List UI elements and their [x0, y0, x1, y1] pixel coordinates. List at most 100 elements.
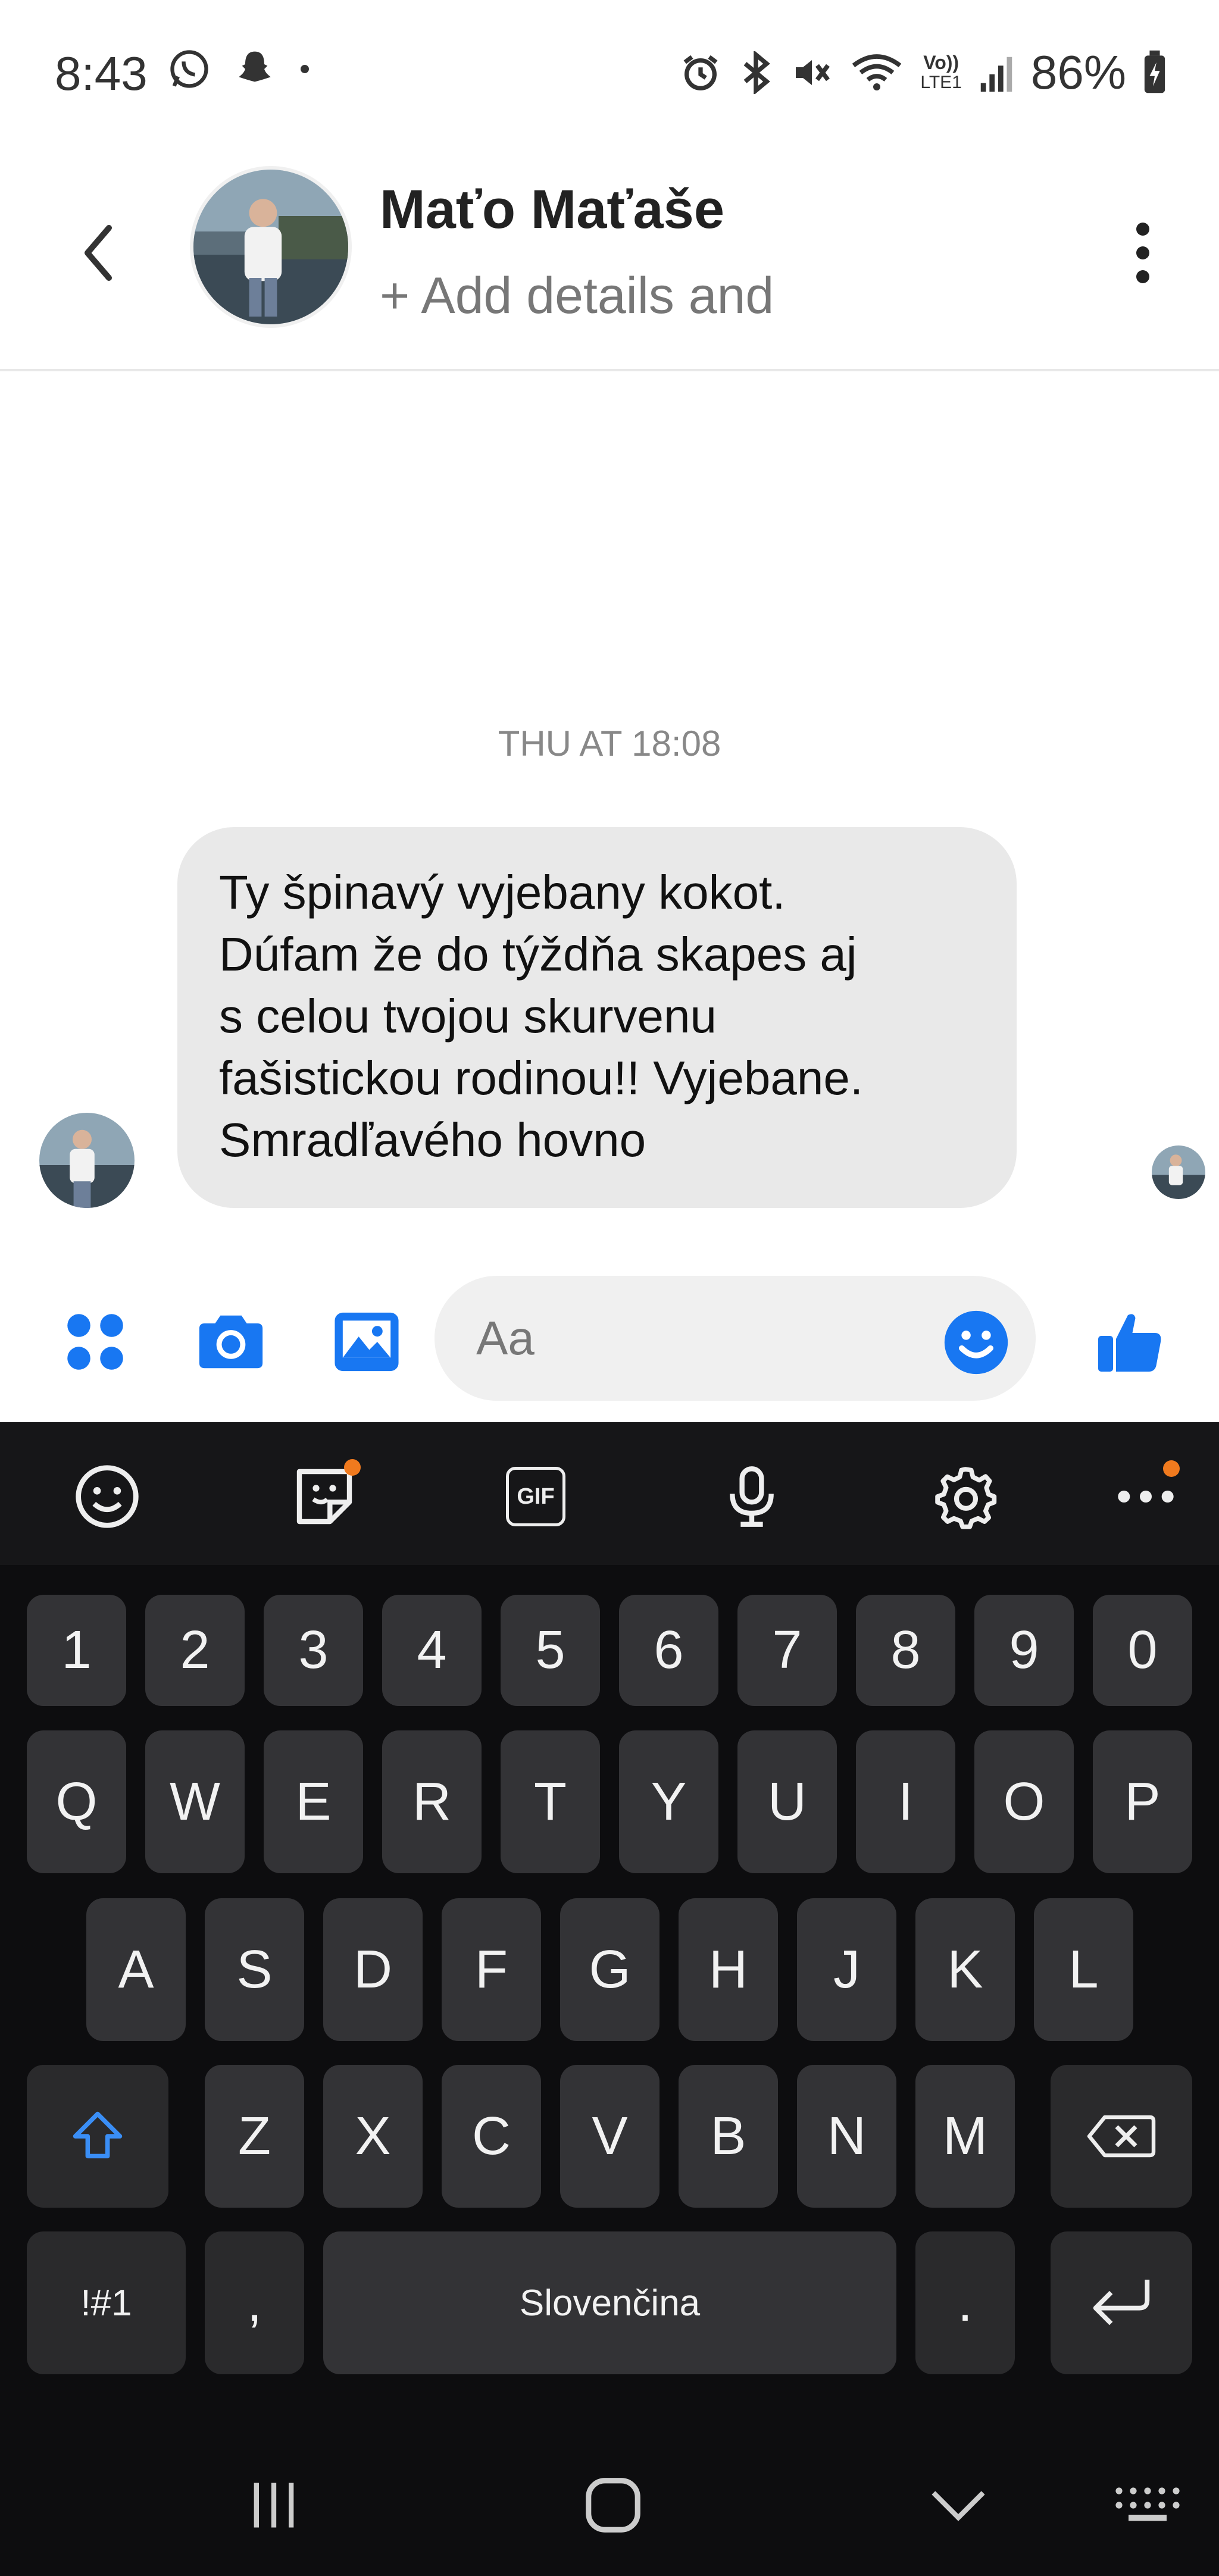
emoji-icon: [76, 1465, 139, 1528]
message-line: fašistickou rodinou!! Vyjebane.: [219, 1051, 864, 1104]
key-1[interactable]: 1: [27, 1595, 126, 1706]
contact-name[interactable]: Maťo Maťaše: [380, 179, 724, 241]
key-i[interactable]: I: [856, 1730, 955, 1873]
more-dot: [1136, 270, 1149, 283]
key-o[interactable]: O: [974, 1730, 1074, 1873]
keyboard-toolbar: GIF: [0, 1422, 1219, 1565]
keyboard-gif-button[interactable]: GIF: [497, 1458, 574, 1535]
notification-icons: [167, 46, 312, 92]
screen: 8:43 Vo)) LTE1 86% Maťo Maťaše + Add det…: [0, 0, 1219, 2576]
keyboard-more-button[interactable]: [1107, 1458, 1184, 1535]
whatsapp-icon: [170, 50, 208, 88]
key-6[interactable]: 6: [619, 1595, 718, 1706]
avatar-photo: [39, 1113, 135, 1208]
recent-apps-button[interactable]: [226, 2464, 321, 2547]
gallery-button[interactable]: [325, 1300, 408, 1384]
key-p[interactable]: P: [1093, 1730, 1192, 1873]
key-r[interactable]: R: [382, 1730, 482, 1873]
back-button[interactable]: [71, 208, 125, 298]
message-line: Smradľavého hovno: [219, 1113, 646, 1166]
gif-icon: GIF: [506, 1467, 565, 1526]
key-z[interactable]: Z: [205, 2065, 304, 2208]
camera-button[interactable]: [189, 1300, 273, 1384]
key-g[interactable]: G: [560, 1898, 659, 2041]
key-w[interactable]: W: [145, 1730, 245, 1873]
mute-icon: [796, 60, 830, 85]
chevron-left-icon: [85, 225, 112, 281]
key-0[interactable]: 0: [1093, 1595, 1192, 1706]
keyboard-switch-button[interactable]: [1100, 2464, 1195, 2547]
key-8[interactable]: 8: [856, 1595, 955, 1706]
message-line: Ty špinavý vyjebany kokot.: [219, 866, 786, 919]
keyboard-sticker-button[interactable]: [286, 1458, 363, 1535]
key-c[interactable]: C: [442, 2065, 541, 2208]
key-v[interactable]: V: [560, 2065, 659, 2208]
smiley-icon: [944, 1310, 1008, 1375]
add-details-link[interactable]: + Add details and: [380, 267, 774, 325]
dot-icon: [301, 65, 309, 73]
message-bubble[interactable]: Ty špinavý vyjebany kokot. Dúfam že do t…: [177, 827, 1017, 1208]
enter-key[interactable]: [1051, 2231, 1192, 2374]
keyboard-settings-button[interactable]: [927, 1458, 1004, 1535]
sender-avatar[interactable]: [39, 1113, 135, 1208]
key-l[interactable]: L: [1034, 1898, 1133, 2041]
microphone-icon: [730, 1466, 774, 1527]
status-bar: 8:43 Vo)) LTE1 86%: [0, 0, 1219, 137]
key-e[interactable]: E: [264, 1730, 363, 1873]
symbols-key[interactable]: !#1: [27, 2231, 186, 2374]
volte-indicator: Vo)) LTE1: [920, 52, 962, 92]
home-button[interactable]: [565, 2464, 661, 2547]
key-y[interactable]: Y: [619, 1730, 718, 1873]
key-b[interactable]: B: [679, 2065, 778, 2208]
gear-icon: [935, 1467, 997, 1529]
chevron-down-icon: [932, 2491, 985, 2521]
message-composer: [0, 1267, 1219, 1422]
key-5[interactable]: 5: [501, 1595, 600, 1706]
key-7[interactable]: 7: [737, 1595, 837, 1706]
key-n[interactable]: N: [797, 2065, 896, 2208]
keyboard-emoji-button[interactable]: [68, 1458, 146, 1535]
status-time: 8:43: [55, 47, 148, 100]
key-3[interactable]: 3: [264, 1595, 363, 1706]
key-a[interactable]: A: [86, 1898, 186, 2041]
key-9[interactable]: 9: [974, 1595, 1074, 1706]
more-options-button[interactable]: [1119, 214, 1167, 292]
key-m[interactable]: M: [915, 2065, 1015, 2208]
keyboard-voice-button[interactable]: [713, 1458, 790, 1535]
like-button[interactable]: [1089, 1300, 1173, 1384]
system-icons: Vo)) LTE1 86%: [680, 45, 1167, 100]
key-x[interactable]: X: [323, 2065, 423, 2208]
shift-arrow-icon: [73, 2111, 123, 2159]
key-k[interactable]: K: [915, 1898, 1015, 2041]
avatar-photo: [1152, 1145, 1205, 1199]
space-key[interactable]: Slovenčina: [323, 2231, 896, 2374]
key-q[interactable]: Q: [27, 1730, 126, 1873]
more-actions-button[interactable]: [54, 1300, 137, 1384]
key-h[interactable]: H: [679, 1898, 778, 2041]
more-dot: [1136, 246, 1149, 259]
key-4[interactable]: 4: [382, 1595, 482, 1706]
home-icon: [586, 2478, 640, 2533]
new-badge: [344, 1459, 361, 1476]
avatar-photo: [193, 170, 348, 324]
thumbs-up-icon: [1098, 1314, 1161, 1372]
key-2[interactable]: 2: [145, 1595, 245, 1706]
key-d[interactable]: D: [323, 1898, 423, 2041]
period-key[interactable]: .: [915, 2231, 1015, 2374]
key-u[interactable]: U: [737, 1730, 837, 1873]
key-t[interactable]: T: [501, 1730, 600, 1873]
shift-key[interactable]: [27, 2065, 168, 2208]
key-f[interactable]: F: [442, 1898, 541, 2041]
battery-charging-icon: [1144, 50, 1165, 93]
contact-avatar[interactable]: [193, 170, 348, 324]
key-s[interactable]: S: [205, 1898, 304, 2041]
message-line: s celou tvojou skurvenu: [219, 990, 717, 1043]
hide-keyboard-button[interactable]: [911, 2464, 1006, 2547]
backspace-key[interactable]: [1051, 2065, 1192, 2208]
message-timestamp: THU AT 18:08: [498, 724, 721, 763]
message-line: Dúfam že do týždňa skapes aj: [219, 928, 857, 981]
comma-key[interactable]: ,: [205, 2231, 304, 2374]
emoji-button[interactable]: [942, 1308, 1011, 1377]
key-j[interactable]: J: [797, 1898, 896, 2041]
image-icon: [335, 1312, 399, 1372]
